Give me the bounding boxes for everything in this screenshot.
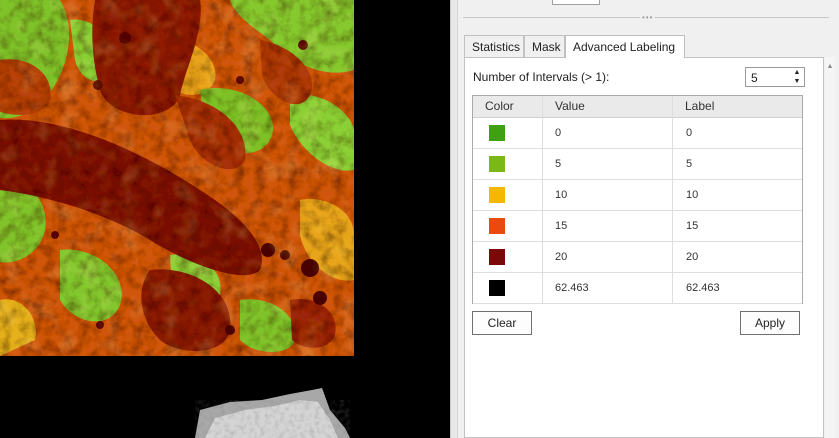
table-row[interactable]: 15 15: [473, 211, 802, 242]
clear-button[interactable]: Clear: [472, 311, 532, 335]
top-control-stub[interactable]: [552, 0, 600, 5]
color-cell[interactable]: [473, 118, 543, 148]
labels-table: Color Value Label 0 0 5 5 10 10 15 15 20 20 62.463…: [472, 95, 803, 304]
value-cell[interactable]: 20: [555, 242, 673, 272]
grip-icon[interactable]: •••: [640, 14, 656, 22]
intervals-label: Number of Intervals (> 1):: [473, 70, 610, 84]
color-cell[interactable]: [473, 273, 543, 303]
label-cell[interactable]: 10: [686, 180, 802, 210]
tab-mask[interactable]: Mask: [524, 35, 565, 57]
advanced-labeling-content: Number of Intervals (> 1): 5 ▲ ▼ Color V…: [464, 57, 824, 438]
table-row[interactable]: 55: [473, 149, 802, 180]
elevation-raster: [0, 0, 354, 438]
color-swatch[interactable]: [489, 249, 505, 265]
header-color[interactable]: Color: [473, 96, 543, 117]
label-cell[interactable]: 62.463: [686, 273, 802, 303]
panel-splitter[interactable]: [450, 0, 458, 438]
header-label[interactable]: Label: [673, 96, 802, 117]
label-cell[interactable]: 5: [686, 149, 802, 179]
value-cell[interactable]: 5: [555, 149, 673, 179]
stepper-up-icon[interactable]: ▲: [792, 68, 802, 77]
label-cell[interactable]: 20: [686, 242, 802, 272]
header-value[interactable]: Value: [543, 96, 673, 117]
table-header: Color Value Label: [473, 96, 802, 118]
color-swatch[interactable]: [489, 156, 505, 172]
table-row[interactable]: 62.463 62.463: [473, 273, 802, 304]
vertical-scrollbar[interactable]: ▲: [825, 57, 835, 438]
value-cell[interactable]: 10: [555, 180, 673, 210]
color-swatch[interactable]: [489, 125, 505, 141]
tab-statistics[interactable]: Statistics: [464, 35, 524, 57]
table-row[interactable]: 10 10: [473, 180, 802, 211]
color-cell[interactable]: [473, 180, 543, 210]
intervals-stepper[interactable]: 5 ▲ ▼: [745, 67, 805, 87]
value-cell[interactable]: 0: [555, 118, 673, 148]
color-cell[interactable]: [473, 242, 543, 272]
symbology-panel: ••• Statistics Mask Advanced Labeling Nu…: [458, 0, 839, 438]
color-cell[interactable]: [473, 149, 543, 179]
scroll-up-icon[interactable]: ▲: [825, 63, 835, 70]
value-cell[interactable]: 62.463: [555, 273, 673, 303]
intervals-value[interactable]: 5: [751, 71, 758, 85]
table-row[interactable]: 00: [473, 118, 802, 149]
color-swatch[interactable]: [489, 187, 505, 203]
map-view[interactable]: [0, 0, 450, 438]
color-cell[interactable]: [473, 211, 543, 241]
color-swatch[interactable]: [489, 218, 505, 234]
apply-button[interactable]: Apply: [740, 311, 800, 335]
table-row[interactable]: 20 20: [473, 242, 802, 273]
color-swatch[interactable]: [489, 280, 505, 296]
tab-advanced-labeling[interactable]: Advanced Labeling: [565, 35, 685, 58]
stepper-down-icon[interactable]: ▼: [792, 77, 802, 86]
label-cell[interactable]: 15: [686, 211, 802, 241]
value-cell[interactable]: 15: [555, 211, 673, 241]
label-cell[interactable]: 0: [686, 118, 802, 148]
